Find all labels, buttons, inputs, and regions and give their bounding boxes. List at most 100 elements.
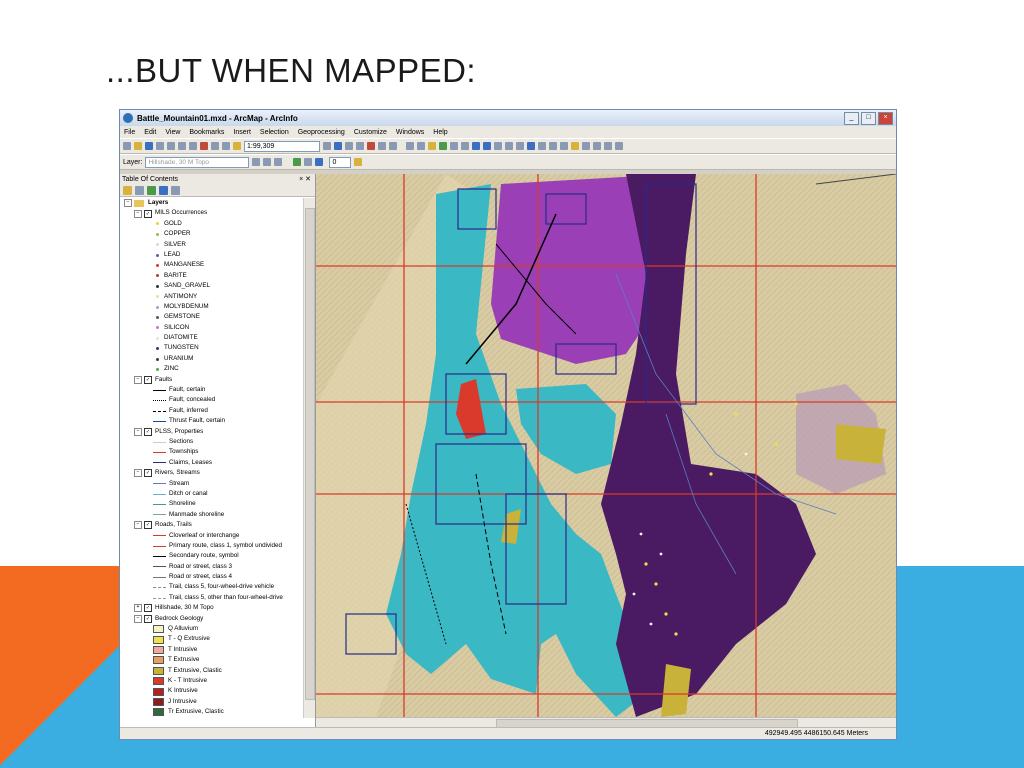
fixed-zoom-in-icon[interactable] (450, 142, 458, 150)
toolbox-icon[interactable] (367, 142, 375, 150)
menu-insert[interactable]: Insert (233, 129, 251, 136)
toc-layer-group[interactable]: − ✓ Bedrock Geology (120, 614, 303, 624)
expand-icon[interactable]: − (134, 521, 142, 530)
layer-select[interactable]: Hillshade, 30 M Topo (145, 156, 250, 168)
new-icon[interactable] (123, 142, 131, 150)
legend-label: J Intrusive (168, 697, 197, 705)
toc-layer-group[interactable]: − ✓ Rivers, Streams (120, 468, 303, 478)
measure-icon[interactable] (560, 142, 568, 150)
expand-icon[interactable]: − (134, 469, 142, 478)
menu-customize[interactable]: Customize (354, 129, 387, 136)
forward-extent-icon[interactable] (483, 142, 491, 150)
redo-icon[interactable] (222, 142, 230, 150)
toc-close-icon[interactable]: × ✕ (299, 175, 311, 183)
minimize-button[interactable]: _ (844, 111, 859, 125)
copy-icon[interactable] (178, 142, 186, 150)
list-by-source-icon[interactable] (135, 185, 144, 195)
flicker-icon[interactable] (315, 158, 324, 166)
layer-visibility-checkbox[interactable]: ✓ (144, 604, 152, 613)
list-by-selection-icon[interactable] (159, 185, 168, 195)
save-icon[interactable] (145, 142, 153, 150)
menu-edit[interactable]: Edit (144, 129, 156, 136)
menu-bookmarks[interactable]: Bookmarks (189, 129, 224, 136)
toc-root[interactable]: − Layers (120, 198, 303, 208)
python-icon[interactable] (378, 142, 386, 150)
expand-icon[interactable]: − (134, 614, 142, 623)
undo-icon[interactable] (211, 142, 219, 150)
add-data-icon[interactable] (233, 142, 241, 150)
menu-windows[interactable]: Windows (396, 129, 424, 136)
hyperlink-icon[interactable] (538, 142, 546, 150)
window-titlebar[interactable]: Battle_Mountain01.mxd - ArcMap - ArcInfo… (120, 110, 896, 126)
open-icon[interactable] (134, 142, 142, 150)
html-popup-icon[interactable] (549, 142, 557, 150)
full-extent-icon[interactable] (439, 142, 447, 150)
expand-icon[interactable]: − (124, 199, 132, 208)
map-view[interactable] (316, 174, 896, 717)
expand-icon[interactable]: − (134, 209, 142, 218)
layer-visibility-checkbox[interactable]: ✓ (144, 427, 152, 436)
route-icon[interactable] (582, 142, 590, 150)
layer-visibility-checkbox[interactable]: ✓ (144, 614, 152, 623)
layer-label: Layer: (123, 158, 143, 166)
legend-label: Q Alluvium (168, 625, 199, 633)
legend-line-symbol (153, 555, 166, 557)
layer-visibility-checkbox[interactable]: ✓ (144, 375, 152, 384)
time-slider-icon[interactable] (604, 142, 612, 150)
transparency-icon[interactable] (274, 158, 283, 166)
back-extent-icon[interactable] (472, 142, 480, 150)
menu-file[interactable]: File (124, 129, 135, 136)
delete-icon[interactable] (200, 142, 208, 150)
toc-layer-group[interactable]: − ✓ PLSS, Properties (120, 427, 303, 437)
georef-icon[interactable] (293, 158, 302, 166)
toc-scrollbar[interactable] (303, 198, 315, 718)
layer-visibility-checkbox[interactable]: ✓ (144, 469, 152, 478)
maximize-button[interactable]: □ (861, 111, 876, 125)
menu-selection[interactable]: Selection (260, 129, 289, 136)
select-features-icon[interactable] (494, 142, 502, 150)
menu-view[interactable]: View (165, 129, 180, 136)
print-icon[interactable] (156, 142, 164, 150)
list-by-drawing-order-icon[interactable] (123, 185, 132, 195)
table-icon[interactable] (334, 142, 342, 150)
fixed-zoom-out-icon[interactable] (461, 142, 469, 150)
toc-scroll-thumb[interactable] (305, 208, 315, 700)
flag-icon[interactable] (354, 158, 363, 166)
legend-label: MOLYBDENUM (164, 302, 209, 310)
viewer-icon[interactable] (615, 142, 623, 150)
catalog-icon[interactable] (345, 142, 353, 150)
layer-group-label: PLSS, Properties (155, 427, 204, 435)
toc-layer-group[interactable]: − ✓ Faults (120, 375, 303, 385)
layer-visibility-checkbox[interactable]: ✓ (144, 209, 152, 218)
zoom-out-icon[interactable] (417, 142, 425, 150)
toc-layer-group[interactable]: − ✓ MILS Occurrences (120, 208, 303, 218)
identify-icon[interactable] (527, 142, 535, 150)
close-button[interactable]: × (878, 111, 893, 125)
cut-icon[interactable] (167, 142, 175, 150)
expand-icon[interactable]: − (134, 375, 142, 384)
menu-geoprocessing[interactable]: Geoprocessing (298, 129, 345, 136)
map-scale-input[interactable]: 1:99,309 (244, 140, 320, 152)
toc-options-icon[interactable] (171, 185, 180, 195)
swipe-icon[interactable] (304, 158, 313, 166)
xy-icon[interactable] (593, 142, 601, 150)
toc-layer-group[interactable]: − ✓ Roads, Trails (120, 520, 303, 530)
find-icon[interactable] (571, 142, 579, 150)
list-by-visibility-icon[interactable] (147, 185, 156, 195)
menu-help[interactable]: Help (433, 129, 447, 136)
select-elements-icon[interactable] (516, 142, 524, 150)
paste-icon[interactable] (189, 142, 197, 150)
zoom-in-icon[interactable] (406, 142, 414, 150)
flicker-rate-input[interactable]: 0 (329, 156, 352, 168)
contrast-icon[interactable] (252, 158, 261, 166)
expand-icon[interactable]: + (134, 604, 142, 613)
brightness-icon[interactable] (263, 158, 272, 166)
clear-selection-icon[interactable] (505, 142, 513, 150)
layer-visibility-checkbox[interactable]: ✓ (144, 521, 152, 530)
search-icon[interactable] (356, 142, 364, 150)
help-icon[interactable] (389, 142, 397, 150)
toc-layer-group[interactable]: + ✓ Hillshade, 30 M Topo (120, 603, 303, 613)
expand-icon[interactable]: − (134, 427, 142, 436)
editor-icon[interactable] (323, 142, 331, 150)
pan-icon[interactable] (428, 142, 436, 150)
